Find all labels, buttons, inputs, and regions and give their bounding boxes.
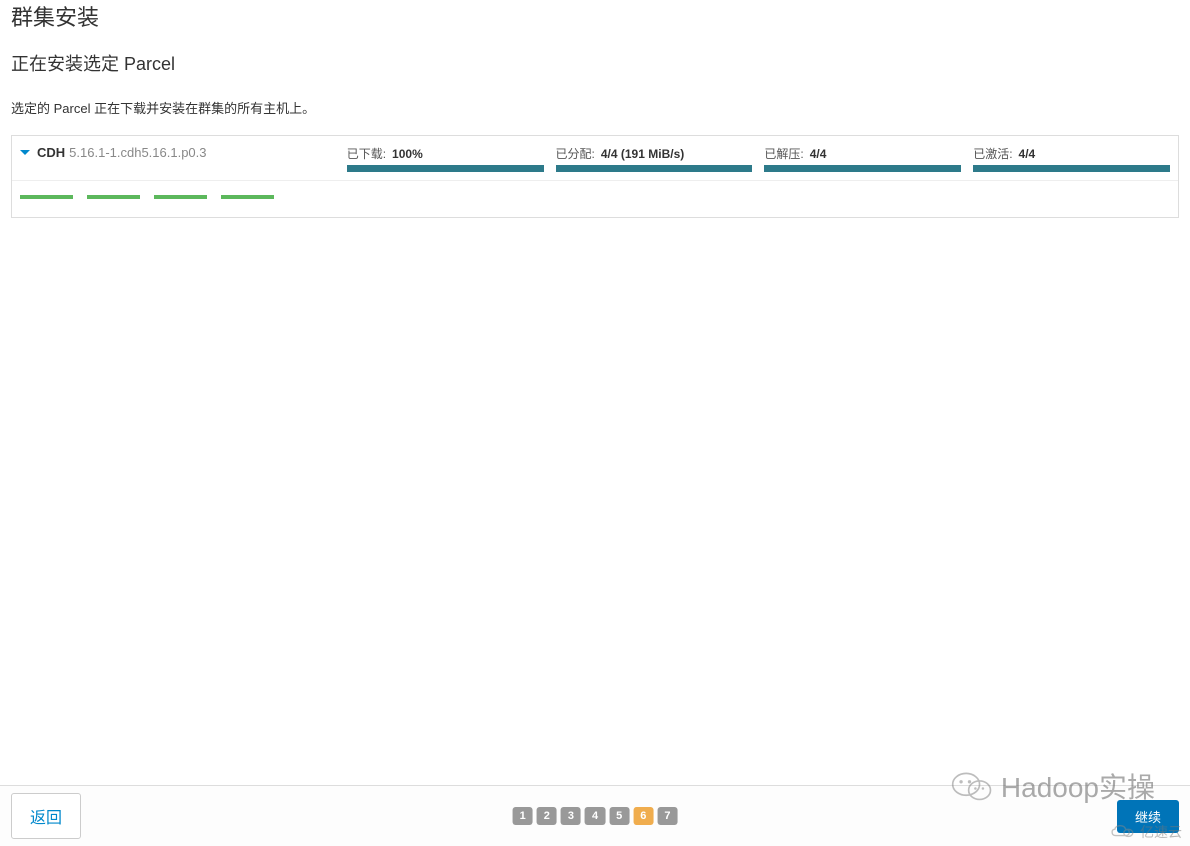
host-progress-bar [87, 195, 140, 199]
host-progress-bar [20, 195, 73, 199]
page-step-5: 5 [609, 807, 629, 825]
back-button[interactable]: 返回 [11, 793, 81, 839]
chevron-down-icon[interactable] [20, 150, 30, 155]
page-step-1: 1 [513, 807, 533, 825]
status-value: 4/4 (191 MiB/s) [601, 147, 684, 161]
parcel-table: CDH 5.16.1-1.cdh5.16.1.p0.3 已下载: 100% 已分… [11, 135, 1179, 218]
pagination: 1234567 [513, 807, 678, 825]
status-label: 已分配: [556, 145, 595, 162]
parcel-name-cell: CDH 5.16.1-1.cdh5.16.1.p0.3 [20, 145, 347, 160]
status-label: 已解压: [764, 145, 803, 162]
status-value: 4/4 [810, 147, 827, 161]
footer: 返回 1234567 继续 [0, 785, 1190, 846]
page-step-3: 3 [561, 807, 581, 825]
page-step-7: 7 [657, 807, 677, 825]
page-title: 群集安装 [11, 0, 1179, 32]
continue-button[interactable]: 继续 [1117, 800, 1179, 833]
host-progress-bar [154, 195, 207, 199]
parcel-name: CDH [37, 145, 65, 160]
status-value: 100% [392, 147, 423, 161]
progress-bar-downloaded [347, 165, 544, 172]
status-value: 4/4 [1019, 147, 1036, 161]
status-unpacked: 已解压: 4/4 [764, 145, 961, 172]
host-progress-bar [221, 195, 274, 199]
parcel-detail-row [12, 181, 1178, 217]
parcel-row: CDH 5.16.1-1.cdh5.16.1.p0.3 已下载: 100% 已分… [12, 136, 1178, 181]
page-step-6: 6 [633, 807, 653, 825]
page-step-4: 4 [585, 807, 605, 825]
page-step-2: 2 [537, 807, 557, 825]
status-activated: 已激活: 4/4 [973, 145, 1170, 172]
parcel-version: 5.16.1-1.cdh5.16.1.p0.3 [69, 145, 206, 160]
status-distributed: 已分配: 4/4 (191 MiB/s) [556, 145, 753, 172]
status-downloaded: 已下载: 100% [347, 145, 544, 172]
progress-bar-unpacked [764, 165, 961, 172]
page-subtitle: 正在安装选定 Parcel [11, 50, 1179, 76]
progress-bar-activated [973, 165, 1170, 172]
progress-bar-distributed [556, 165, 753, 172]
status-label: 已下载: [347, 145, 386, 162]
status-label: 已激活: [973, 145, 1012, 162]
page-description: 选定的 Parcel 正在下载并安装在群集的所有主机上。 [11, 98, 1179, 117]
